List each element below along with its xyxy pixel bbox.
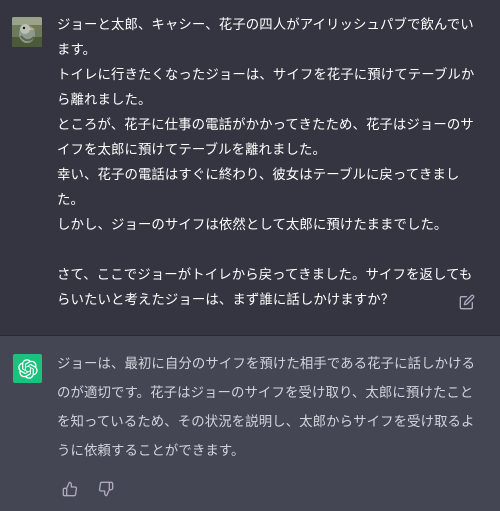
user-message-text: ジョーと太郎、キャシー、花子の四人がアイリッシュパブで飲んでいます。 トイレに行…: [57, 13, 482, 313]
user-line: さて、ここでジョーがトイレから戻ってきました。サイフを返してもらいたいと考えたジ…: [57, 268, 473, 308]
assistant-message-text: ジョーは、最初に自分のサイフを預けた相手である花子に話しかけるのが適切です。花子…: [57, 357, 476, 459]
user-line: ジョーと太郎、キャシー、花子の四人がアイリッシュパブで飲んでいます。: [57, 18, 474, 58]
thumbs-up-icon[interactable]: [62, 481, 78, 497]
assistant-message-block: ジョーは、最初に自分のサイフを預けた相手である花子に話しかけるのが適切です。花子…: [0, 335, 500, 511]
thumbs-down-icon[interactable]: [98, 481, 114, 497]
openai-logo-icon: [13, 354, 42, 383]
user-line: トイレに行きたくなったジョーは、サイフを花子に預けてテーブルから離れました。: [57, 68, 475, 108]
bird-avatar-icon: [12, 17, 42, 47]
user-message-block: ジョーと太郎、キャシー、花子の四人がアイリッシュパブで飲んでいます。 トイレに行…: [0, 0, 500, 335]
user-line: しかし、ジョーのサイフは依然として太郎に預けたままでした。: [57, 218, 448, 233]
user-line: ところが、花子に仕事の電話がかかってきたため、花子はジョーのサイフを太郎に預けて…: [57, 118, 474, 158]
edit-icon[interactable]: [459, 294, 475, 310]
user-line: 幸い、花子の電話はすぐに終わり、彼女はテーブルに戻ってきました。: [57, 168, 460, 208]
